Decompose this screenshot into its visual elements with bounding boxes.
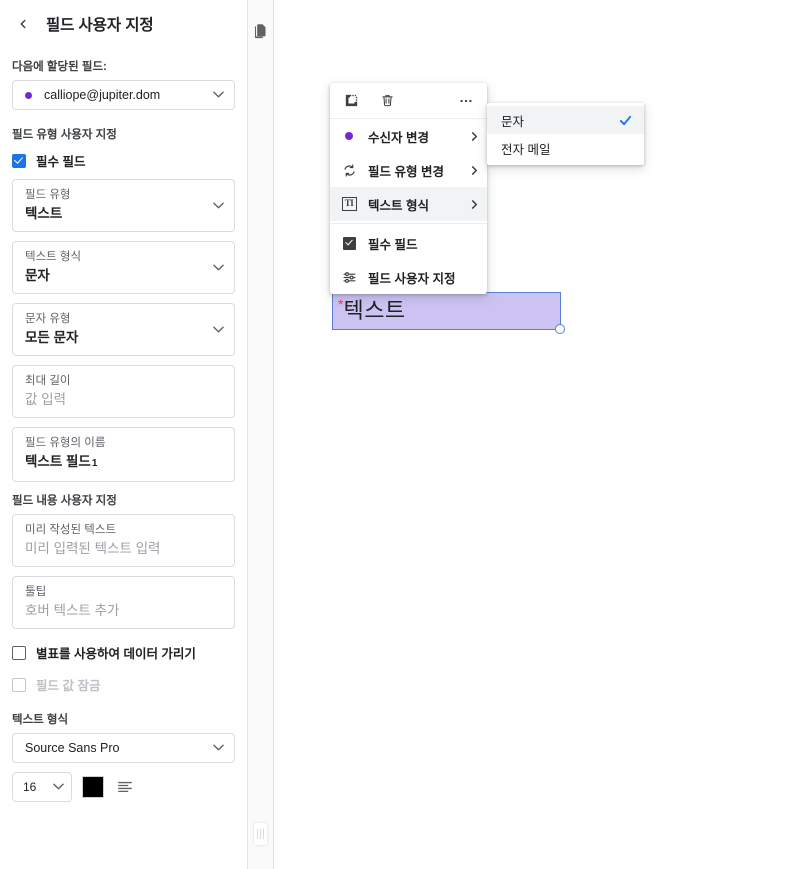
context-item-label: 필수 필드 [368, 237, 418, 252]
field-type-select-label: 필드 유형 [25, 189, 71, 201]
text-field-content: * 텍스트 [333, 293, 560, 329]
context-item-required-field[interactable]: 필수 필드 [330, 226, 487, 260]
lock-field-value-label: 필드 값 잠금 [36, 679, 101, 693]
context-menu-divider [330, 223, 487, 224]
text-format-icon: TI [340, 195, 358, 213]
back-chevron-left-icon[interactable] [12, 13, 34, 35]
context-item-customize-field[interactable]: 필드 사용자 지정 [330, 260, 487, 294]
field-customization-sidebar: 필드 사용자 지정 다음에 할당된 필드: calliope@jupiter.d… [0, 0, 248, 869]
field-type-name-input-label: 필드 유형의 이름 [25, 437, 106, 449]
max-length-input-label: 최대 길이 [25, 375, 71, 387]
context-item-label: 필드 사용자 지정 [368, 271, 456, 286]
sidebar-header: 필드 사용자 지정 [0, 0, 247, 48]
text-field-widget[interactable]: * 텍스트 [332, 292, 565, 334]
font-size-select[interactable]: 16 [12, 772, 72, 802]
context-item-change-field-type[interactable]: 필드 유형 변경 [330, 153, 487, 187]
pages-icon[interactable] [252, 22, 270, 40]
field-type-name-input[interactable]: 필드 유형의 이름 텍스트 필드1 [12, 427, 235, 482]
field-type-select-value: 텍스트 [25, 206, 63, 221]
handle-line [257, 829, 258, 839]
required-field-label: 필수 필드 [36, 155, 86, 169]
required-field-checkbox-row[interactable]: 필수 필드 [12, 151, 235, 170]
character-type-select[interactable]: 문자 유형 모든 문자 [12, 303, 235, 356]
align-left-icon[interactable] [114, 776, 136, 798]
field-type-select[interactable]: 필드 유형 텍스트 [12, 179, 235, 232]
lock-field-value-checkbox [12, 677, 26, 692]
font-family-select[interactable]: Source Sans Pro [12, 733, 235, 763]
font-size-value: 16 [23, 780, 37, 794]
field-type-section-label: 필드 유형 사용자 지정 [12, 129, 117, 141]
context-item-change-recipient[interactable]: 수신자 변경 [330, 119, 487, 153]
character-type-select-value: 모든 문자 [25, 330, 79, 345]
panel-divider-strip [248, 0, 274, 869]
sidebar-body: 다음에 할당된 필드: calliope@jupiter.dom 필드 유형 사… [0, 58, 247, 802]
context-item-label: 텍스트 형식 [368, 198, 429, 213]
assigned-recipient-value: calliope@jupiter.dom [44, 88, 161, 102]
prefilled-text-input[interactable]: 미리 작성된 텍스트 미리 입력된 텍스트 입력 [12, 514, 235, 567]
handle-line [260, 829, 261, 839]
tune-icon [340, 268, 358, 286]
field-context-menu: 수신자 변경 필드 유형 변경 TI 텍스트 형식 필수 필드 필드 사용자 지… [330, 83, 487, 294]
text-format-select-value: 문자 [25, 268, 50, 283]
page-title: 필드 사용자 지정 [46, 17, 154, 34]
chevron-down-icon [213, 91, 224, 98]
checkmark-icon [619, 115, 632, 125]
mask-data-label: 별표를 사용하여 데이터 가리기 [36, 647, 196, 661]
recipient-color-dot-icon [25, 91, 32, 99]
character-type-select-label: 문자 유형 [25, 313, 71, 325]
sync-icon [340, 161, 358, 179]
tooltip-input-label: 툴팁 [25, 586, 47, 598]
text-format-submenu: 문자 전자 메일 [487, 103, 644, 165]
submenu-item-label: 전자 메일 [501, 142, 551, 157]
checkbox-checked-icon [340, 234, 358, 252]
trash-icon[interactable] [378, 92, 396, 110]
font-format-toolbar: 16 [12, 772, 235, 802]
panel-resize-handle[interactable] [254, 823, 267, 845]
assigned-recipient-select[interactable]: calliope@jupiter.dom [12, 80, 235, 110]
assigned-to-label: 다음에 할당된 필드: [12, 61, 107, 73]
duplicate-icon[interactable] [342, 92, 360, 110]
chevron-down-icon [53, 783, 64, 790]
mask-data-checkbox[interactable] [12, 645, 26, 660]
context-item-label: 수신자 변경 [368, 130, 429, 145]
text-field-value: 텍스트 [343, 298, 406, 323]
prefilled-text-input-value[interactable]: 미리 입력된 텍스트 입력 [25, 539, 224, 558]
tooltip-input[interactable]: 툴팁 호버 텍스트 추가 [12, 576, 235, 629]
context-menu-toolbar [330, 83, 487, 119]
lock-field-value-checkbox-row: 필드 값 잠금 [12, 675, 235, 694]
text-format-select-label: 텍스트 형식 [25, 251, 82, 263]
submenu-item-label: 문자 [501, 114, 525, 129]
more-horizontal-icon[interactable] [457, 92, 475, 110]
text-format-section-label: 텍스트 형식 [12, 714, 69, 726]
context-item-label: 필드 유형 변경 [368, 164, 444, 179]
max-length-input[interactable]: 최대 길이 값 입력 [12, 365, 235, 418]
chevron-right-icon [471, 165, 478, 175]
mask-data-checkbox-row[interactable]: 별표를 사용하여 데이터 가리기 [12, 643, 235, 662]
tooltip-input-value[interactable]: 호버 텍스트 추가 [25, 601, 224, 620]
chevron-down-icon [213, 744, 224, 751]
field-type-name-text: 텍스트 필드 [25, 454, 91, 469]
field-type-name-input-value[interactable]: 텍스트 필드1 [25, 452, 224, 473]
max-length-input-value[interactable]: 값 입력 [25, 390, 224, 409]
font-color-swatch[interactable] [82, 776, 104, 798]
chevron-right-icon [471, 199, 478, 209]
prefilled-text-input-label: 미리 작성된 텍스트 [25, 524, 117, 536]
purple-dot-icon [340, 127, 358, 145]
app-root: 필드 사용자 지정 다음에 할당된 필드: calliope@jupiter.d… [0, 0, 801, 869]
chevron-right-icon [471, 131, 478, 141]
field-type-name-index: 1 [91, 458, 98, 469]
field-content-section-label: 필드 내용 사용자 지정 [12, 495, 117, 507]
document-canvas[interactable]: 수신자 변경 필드 유형 변경 TI 텍스트 형식 필수 필드 필드 사용자 지… [274, 0, 801, 869]
submenu-item-email[interactable]: 전자 메일 [487, 134, 644, 162]
context-item-text-format[interactable]: TI 텍스트 형식 [330, 187, 487, 221]
handle-line [263, 829, 264, 839]
resize-handle[interactable] [555, 324, 565, 334]
submenu-item-character[interactable]: 문자 [487, 106, 644, 134]
font-family-value: Source Sans Pro [25, 741, 120, 755]
text-format-select[interactable]: 텍스트 형식 문자 [12, 241, 235, 294]
required-field-checkbox[interactable] [12, 153, 26, 168]
